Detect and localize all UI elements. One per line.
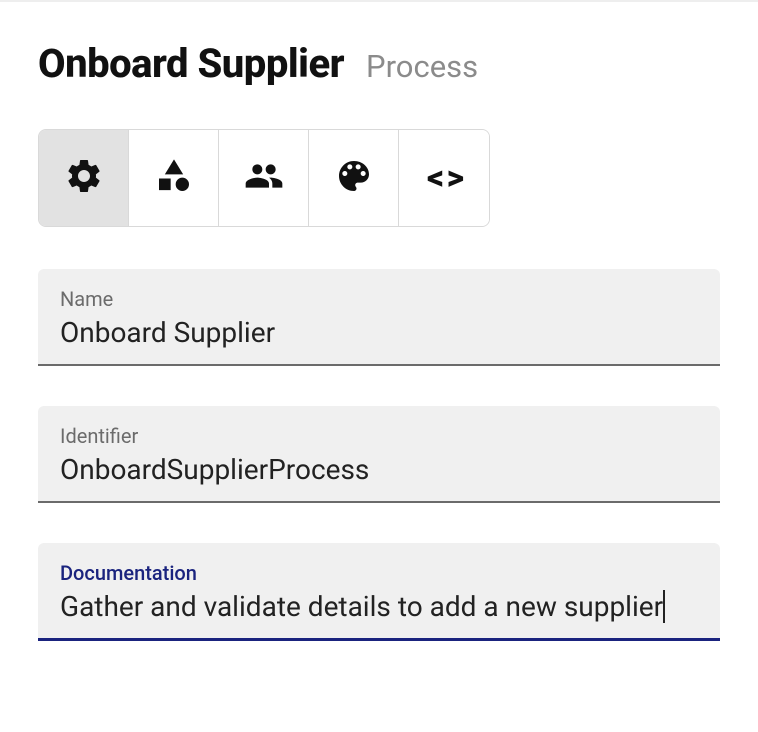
- people-icon: [244, 156, 284, 200]
- gear-icon: [64, 156, 104, 200]
- properties-tabs: < >: [38, 129, 490, 227]
- page-title: Onboard Supplier: [38, 40, 344, 87]
- name-field[interactable]: Name Onboard Supplier: [38, 269, 720, 366]
- identifier-label: Identifier: [60, 424, 698, 448]
- identifier-input[interactable]: OnboardSupplierProcess: [60, 452, 698, 487]
- documentation-input[interactable]: Gather and validate details to add a new…: [60, 590, 665, 623]
- tab-settings[interactable]: [39, 130, 129, 226]
- tab-shapes[interactable]: [129, 130, 219, 226]
- identifier-field[interactable]: Identifier OnboardSupplierProcess: [38, 406, 720, 503]
- shapes-icon: [154, 156, 194, 200]
- documentation-label: Documentation: [60, 561, 698, 585]
- name-input[interactable]: Onboard Supplier: [60, 315, 698, 350]
- tab-palette[interactable]: [309, 130, 399, 226]
- palette-icon: [334, 156, 374, 200]
- tab-code[interactable]: < >: [399, 130, 489, 226]
- name-label: Name: [60, 287, 698, 311]
- page-type-label: Process: [366, 48, 478, 85]
- documentation-field[interactable]: Documentation Gather and validate detail…: [38, 543, 720, 641]
- tab-people[interactable]: [219, 130, 309, 226]
- code-icon: < >: [427, 158, 461, 198]
- page-header: Onboard Supplier Process: [38, 40, 720, 87]
